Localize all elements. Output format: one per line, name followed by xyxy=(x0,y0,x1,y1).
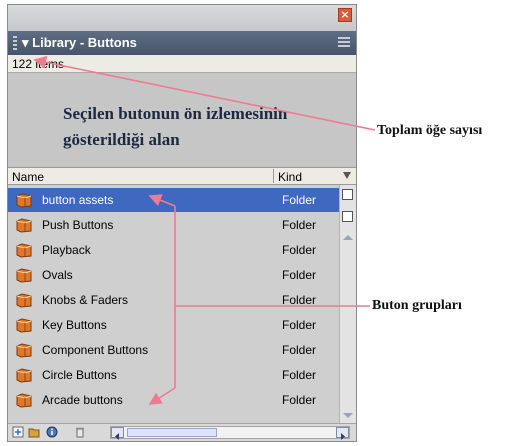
library-toolbar xyxy=(8,423,356,441)
panel-menu-icon[interactable] xyxy=(338,37,350,47)
library-item[interactable]: Ovals Folder xyxy=(8,263,339,287)
library-item[interactable]: Push Buttons Folder xyxy=(8,213,339,237)
scroll-down-icon[interactable] xyxy=(343,413,353,418)
narrow-state-icon[interactable] xyxy=(342,211,353,222)
library-item[interactable]: Key Buttons Folder xyxy=(8,313,339,337)
column-header-name[interactable]: Name xyxy=(12,170,44,184)
column-divider[interactable] xyxy=(273,169,274,183)
scroll-right-icon[interactable] xyxy=(336,427,349,440)
library-item-name: Component Buttons xyxy=(42,343,149,357)
library-item[interactable]: Playback Folder xyxy=(8,238,339,262)
library-item-name: Circle Buttons xyxy=(42,368,117,382)
library-item-name: Playback xyxy=(42,243,91,257)
library-item-name: Push Buttons xyxy=(42,218,114,232)
sort-order-icon[interactable] xyxy=(343,172,351,179)
scroll-up-icon[interactable] xyxy=(343,235,353,240)
folder-icon xyxy=(16,243,32,258)
new-symbol-icon[interactable] xyxy=(12,426,24,438)
library-item-kind: Folder xyxy=(282,218,317,232)
folder-icon xyxy=(16,193,32,208)
annotation-total-items: Toplam öğe sayısı xyxy=(377,123,483,138)
scroll-left-icon[interactable] xyxy=(111,427,124,440)
library-item-kind: Folder xyxy=(282,393,317,407)
library-item-name: button assets xyxy=(42,193,114,207)
new-folder-icon[interactable] xyxy=(28,426,40,438)
panel-title: ▾ Library - Buttons xyxy=(22,35,137,51)
panel-title-bar[interactable]: ▾ Library - Buttons xyxy=(8,31,356,55)
collapse-arrow-icon[interactable]: ▾ xyxy=(22,35,29,50)
library-item-kind: Folder xyxy=(282,343,317,357)
library-item-kind: Folder xyxy=(282,268,317,282)
preview-caption: Seçilen butonun ön izlemesinin gösterild… xyxy=(63,104,288,149)
gripper-icon[interactable] xyxy=(13,36,17,50)
library-item[interactable]: Circle Buttons Folder xyxy=(8,363,339,387)
item-count-bar: 122 items xyxy=(8,55,356,73)
panel-title-label: Library - Buttons xyxy=(32,35,137,50)
library-item-list: button assets Folder Push Buttons Folder Pla… xyxy=(8,185,339,423)
library-item-kind: Folder xyxy=(282,368,317,382)
library-item-kind: Folder xyxy=(282,293,317,307)
library-item-name: Key Buttons xyxy=(42,318,107,332)
folder-icon xyxy=(16,393,32,408)
library-item-kind: Folder xyxy=(282,318,317,332)
library-item-name: Arcade buttons xyxy=(42,393,123,407)
folder-icon xyxy=(16,318,32,333)
preview-area: Seçilen butonun ön izlemesinin gösterild… xyxy=(8,73,356,167)
panel-top-strip: × xyxy=(8,5,356,31)
folder-icon xyxy=(16,368,32,383)
column-header: Name Kind xyxy=(8,167,356,185)
wide-state-icon[interactable] xyxy=(342,189,353,200)
library-item[interactable]: Knobs & Faders Folder xyxy=(8,288,339,312)
vertical-scrollbar[interactable] xyxy=(339,185,356,423)
column-header-kind[interactable]: Kind xyxy=(278,170,302,184)
annotation-button-groups: Buton grupları xyxy=(372,298,462,313)
trash-icon[interactable] xyxy=(74,426,86,438)
close-icon[interactable]: × xyxy=(338,8,352,22)
horizontal-scroll-thumb[interactable] xyxy=(127,428,217,437)
folder-icon xyxy=(16,343,32,358)
properties-icon[interactable] xyxy=(46,426,58,438)
horizontal-scrollbar[interactable] xyxy=(110,426,350,440)
library-item-name: Ovals xyxy=(42,268,73,282)
library-item[interactable]: button assets Folder xyxy=(8,188,339,212)
library-item[interactable]: Arcade buttons Folder xyxy=(8,388,339,412)
library-item-name: Knobs & Faders xyxy=(42,293,129,307)
folder-icon xyxy=(16,218,32,233)
item-count: 122 items xyxy=(12,57,65,71)
folder-icon xyxy=(16,268,32,283)
library-item[interactable]: Component Buttons Folder xyxy=(8,338,339,362)
folder-icon xyxy=(16,293,32,308)
library-item-kind: Folder xyxy=(282,193,317,207)
library-panel: × ▾ Library - Buttons 122 items Seçilen … xyxy=(7,4,357,442)
library-item-kind: Folder xyxy=(282,243,317,257)
